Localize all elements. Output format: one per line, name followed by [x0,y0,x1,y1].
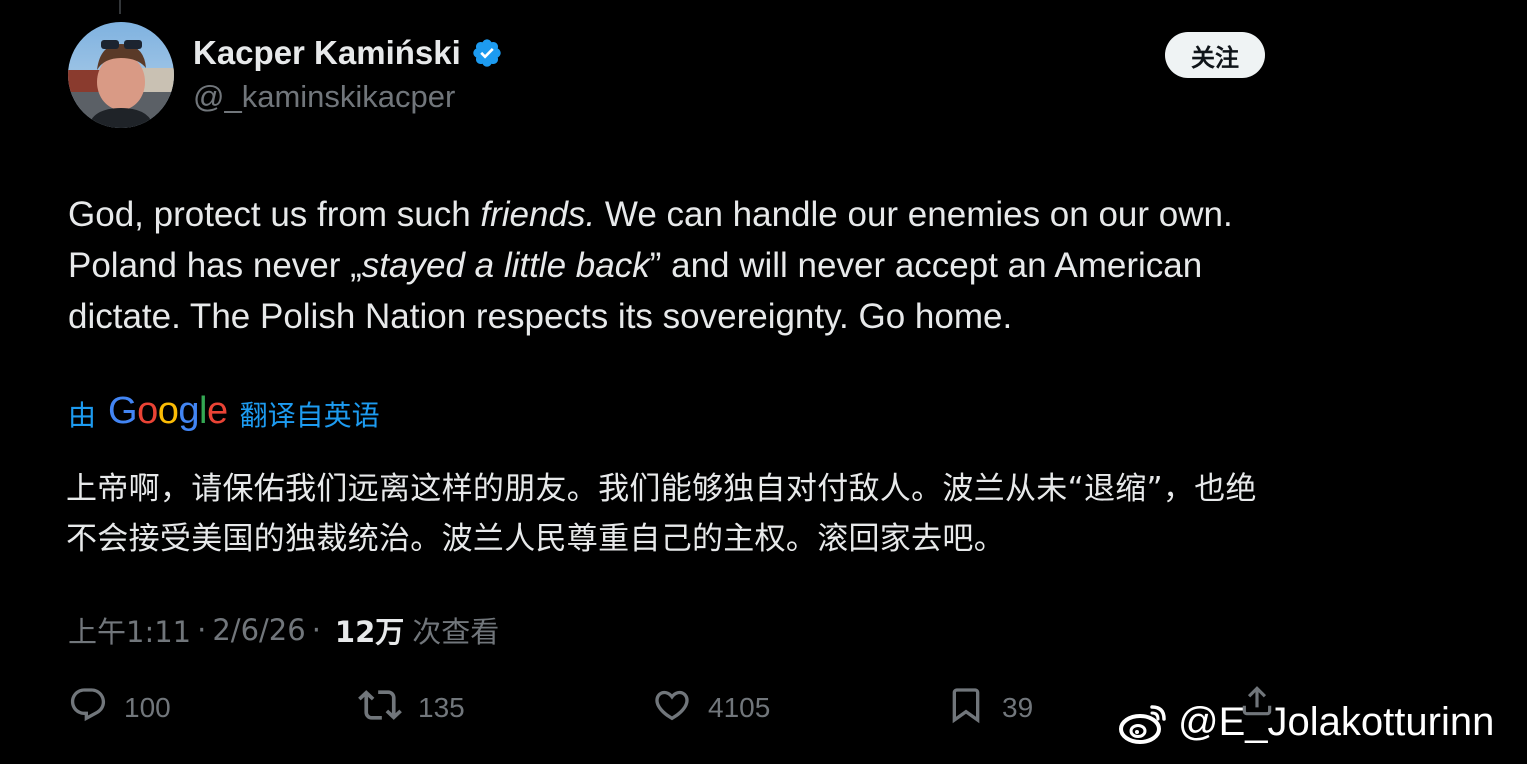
views-count: 12万 [334,615,405,649]
tweet-meta: 上午1:11 · 2/6/26 · 12万 次查看 [68,609,499,651]
meta-separator: · [311,613,321,647]
bookmark-button[interactable]: 39 [946,684,1033,732]
tweet-date[interactable]: 2/6/26 [212,613,305,647]
reply-count: 100 [124,692,171,723]
verified-badge-icon [471,37,503,69]
translation-attribution[interactable]: 由 Google 翻译自英语 [68,389,380,436]
google-logo: Google [108,389,228,432]
bookmark-count: 39 [1002,692,1034,723]
views-label: 次查看 [412,615,500,649]
avatar[interactable] [68,22,174,128]
bookmark-icon [946,685,986,732]
author-handle[interactable]: @_kaminskikacper [193,79,455,115]
reply-icon [68,685,108,732]
author-name-text: Kacper Kamiński [193,34,461,71]
tweet-text: God, protect us from such friends. We ca… [68,189,1298,342]
avatar-image [68,22,174,128]
tweet-text-segment: God, protect us from such [68,195,481,234]
like-count: 4105 [708,692,771,723]
thread-connector-line [119,0,121,14]
reply-button[interactable]: 100 [68,684,171,732]
watermark-text: @E_Jolakotturinn [1178,700,1495,744]
tweet-time[interactable]: 上午1:11 [68,609,191,651]
heart-icon [652,685,692,732]
follow-button[interactable]: 关注 [1165,32,1265,78]
like-button[interactable]: 4105 [652,684,770,732]
retweet-button[interactable]: 135 [358,684,465,732]
weibo-watermark: @E_Jolakotturinn [1118,700,1494,745]
weibo-logo-icon [1118,701,1168,745]
translated-text: 上帝啊，请保佑我们远离这样的朋友。我们能够独自对付敌人。波兰从未“退缩”，也绝不… [66,471,1257,557]
tweet-text-italic-segment: friends. [480,195,596,234]
translation-suffix: 翻译自英语 [239,399,380,432]
retweet-icon [358,683,402,734]
tweet-text-italic-segment: stayed a little back [361,246,650,285]
retweet-count: 135 [418,692,465,723]
meta-separator: · [197,613,207,647]
author-display-name[interactable]: Kacper Kamiński [193,34,503,72]
translation-prefix: 由 [68,399,97,432]
